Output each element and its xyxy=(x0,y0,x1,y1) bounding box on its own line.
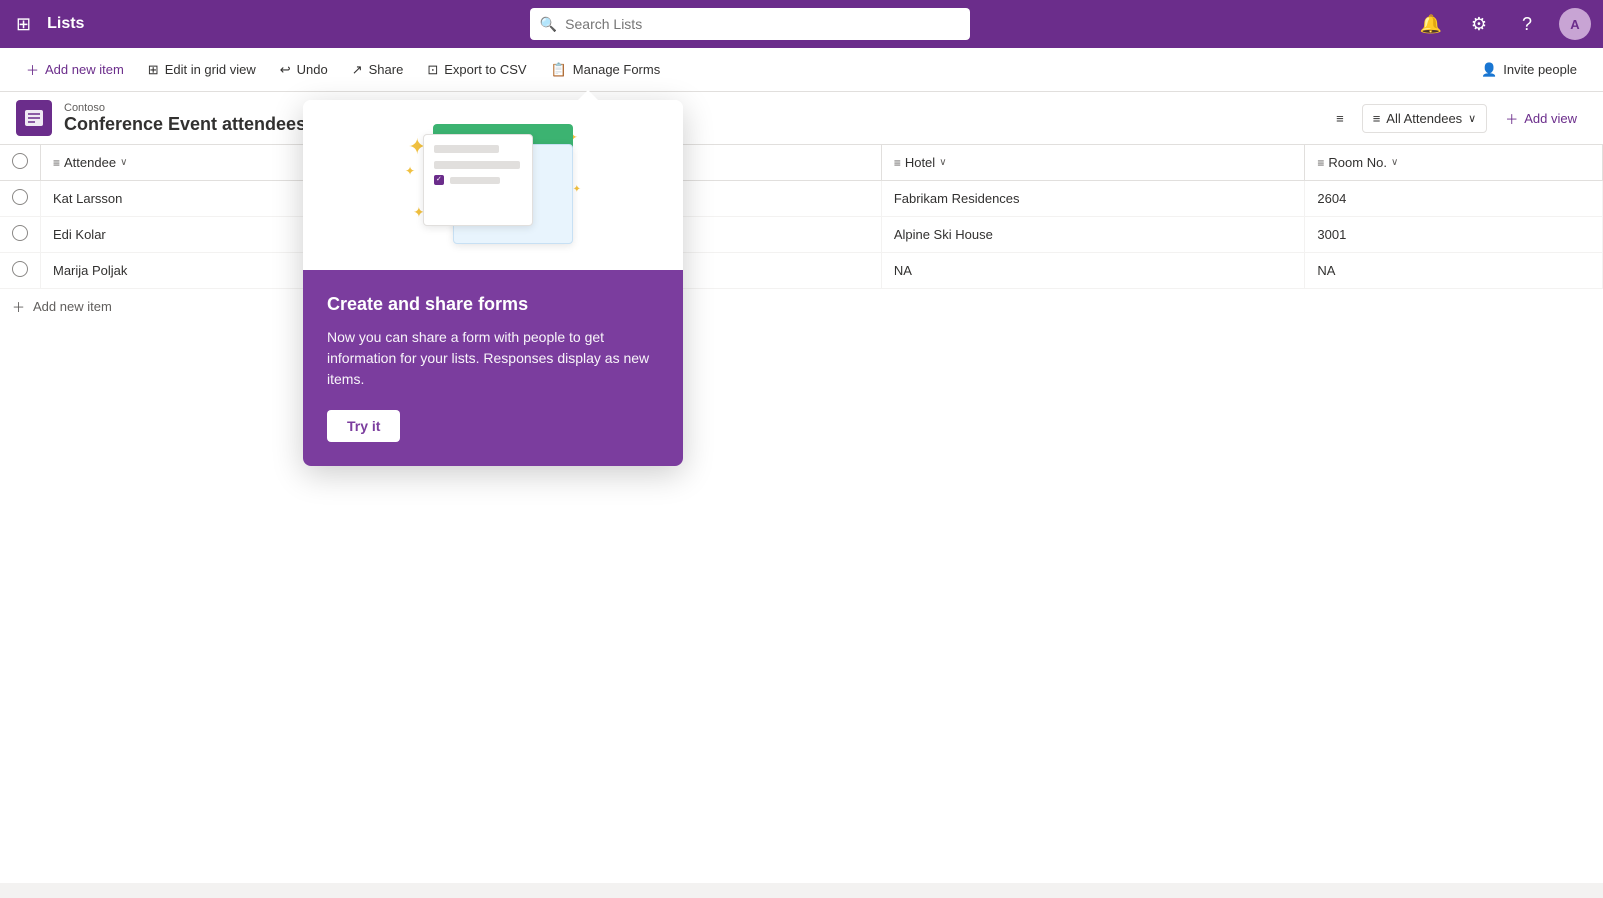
popup-try-it-button[interactable]: Try it xyxy=(327,410,400,442)
popup-title: Create and share forms xyxy=(327,294,659,315)
popup-card: ✦ ✦ ✦ ✦ ✦ xyxy=(303,100,683,466)
star-deco-5: ✦ xyxy=(573,184,581,195)
star-deco-2: ✦ xyxy=(405,164,415,178)
form-checkbox-label-line xyxy=(450,177,500,184)
popup-illustration: ✦ ✦ ✦ ✦ ✦ xyxy=(303,100,683,270)
form-line-1 xyxy=(434,145,499,153)
form-checkbox-row xyxy=(434,175,522,185)
form-card-front xyxy=(423,134,533,226)
form-checkbox-icon xyxy=(434,175,444,185)
form-illustration-graphic: ✦ ✦ ✦ ✦ ✦ xyxy=(403,124,583,254)
popup-description: Now you can share a form with people to … xyxy=(327,327,659,390)
popup-arrow xyxy=(576,90,600,102)
form-line-2 xyxy=(434,161,520,169)
popup-body: Create and share forms Now you can share… xyxy=(303,270,683,466)
popup-overlay[interactable]: ✦ ✦ ✦ ✦ ✦ xyxy=(0,0,1603,898)
